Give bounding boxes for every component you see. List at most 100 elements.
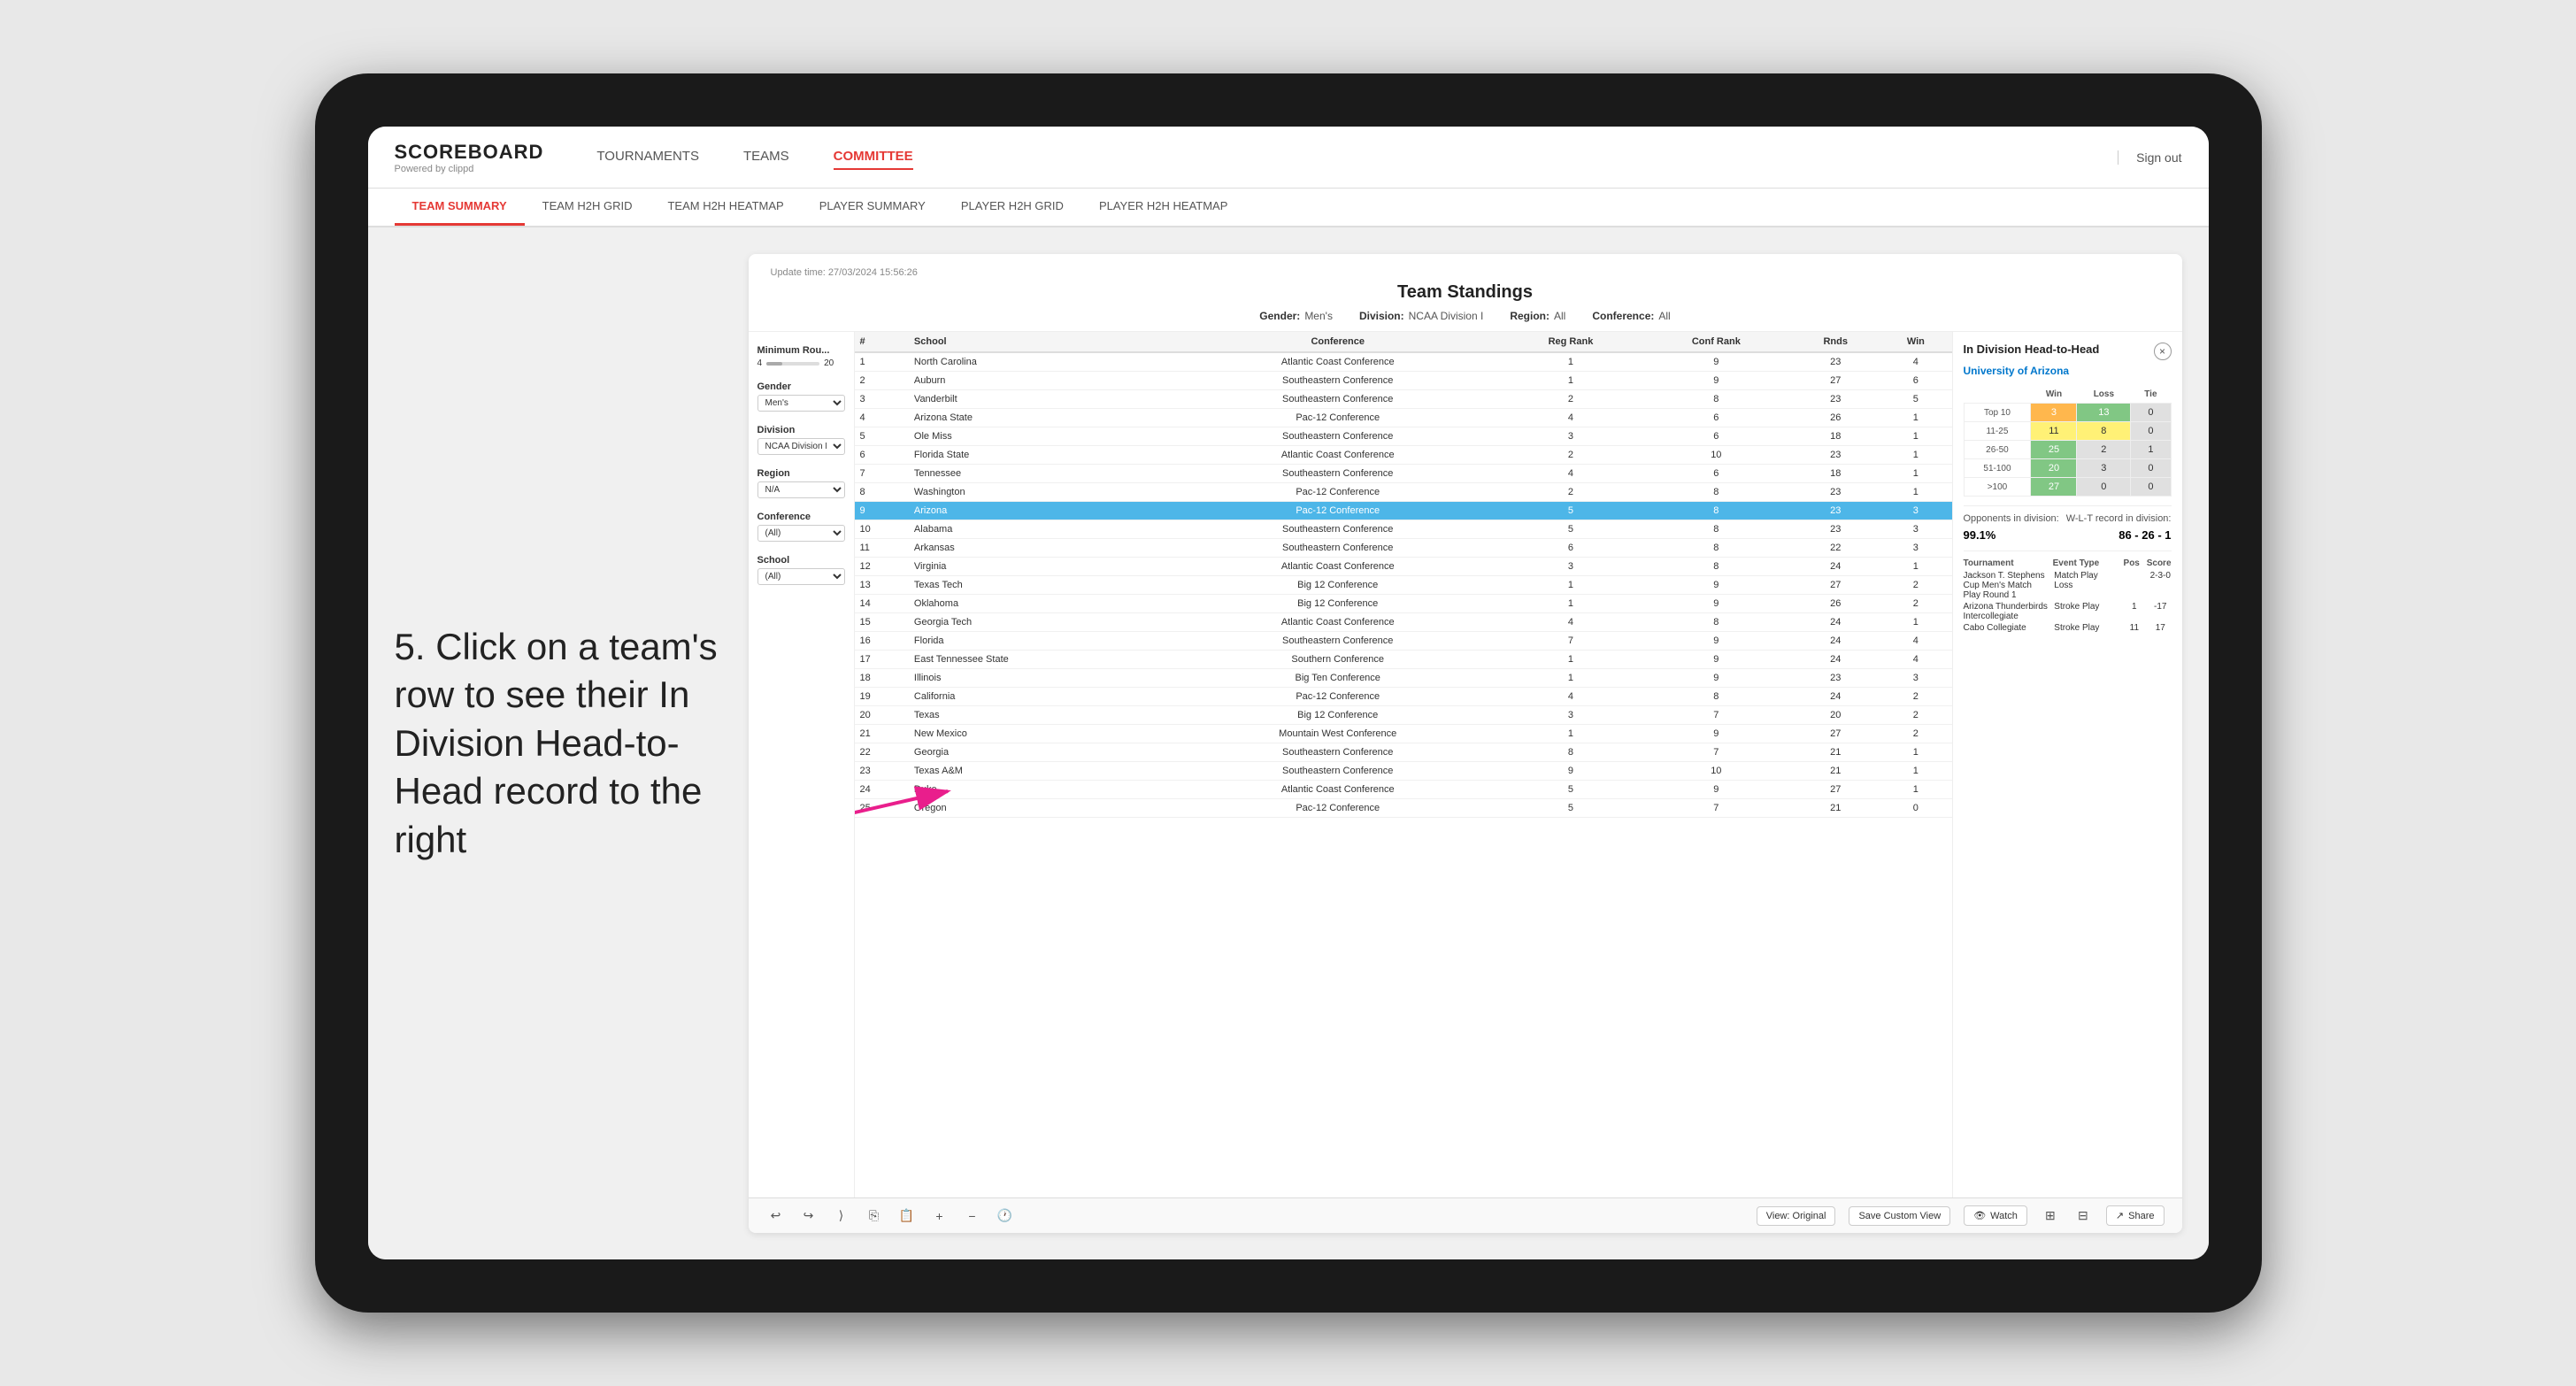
redo-icon[interactable]: ↪ — [799, 1206, 819, 1226]
subnav-player-h2h-heatmap[interactable]: PLAYER H2H HEATMAP — [1081, 189, 1245, 226]
view-original-btn[interactable]: View: Original — [1757, 1206, 1836, 1226]
table-icon[interactable]: ⊟ — [2073, 1206, 2093, 1226]
nav-teams[interactable]: TEAMS — [743, 144, 789, 170]
table-row[interactable]: 6 Florida State Atlantic Coast Conferenc… — [855, 446, 1952, 465]
table-row[interactable]: 9 Arizona Pac-12 Conference 5 8 23 3 — [855, 502, 1952, 520]
conference-select[interactable]: (All) — [757, 525, 845, 542]
region-select[interactable]: N/A — [757, 481, 845, 498]
update-time: Update time: 27/03/2024 15:56:26 — [771, 267, 2160, 278]
col-conference: Conference — [1175, 332, 1501, 352]
table-row[interactable]: 25 Oregon Pac-12 Conference 5 7 21 0 — [855, 799, 1952, 818]
cell-win: 2 — [1880, 576, 1951, 595]
col-rank: # — [855, 332, 909, 352]
cell-win: 4 — [1880, 632, 1951, 651]
tourn-pos-cell — [2124, 571, 2145, 600]
table-row[interactable]: 15 Georgia Tech Atlantic Coast Conferenc… — [855, 613, 1952, 632]
h2h-title: In Division Head-to-Head — [1964, 343, 2100, 356]
forward-icon[interactable]: ⟩ — [832, 1206, 851, 1226]
cell-rank: 2 — [855, 372, 909, 390]
panel-title: Team Standings — [771, 282, 2160, 303]
subnav-team-h2h-heatmap[interactable]: TEAM H2H HEATMAP — [650, 189, 801, 226]
division-select[interactable]: NCAA Division I — [757, 438, 845, 455]
table-row[interactable]: 8 Washington Pac-12 Conference 2 8 23 1 — [855, 483, 1952, 502]
subnav-player-summary[interactable]: PLAYER SUMMARY — [802, 189, 943, 226]
grid-icon[interactable]: ⊞ — [2041, 1206, 2060, 1226]
cell-rds: 23 — [1791, 520, 1880, 539]
table-row[interactable]: 2 Auburn Southeastern Conference 1 9 27 … — [855, 372, 1952, 390]
cell-conference: Atlantic Coast Conference — [1175, 446, 1501, 465]
h2h-close-button[interactable]: × — [2154, 343, 2172, 360]
h2h-loss-cell: 13 — [2077, 404, 2131, 422]
nav-tournaments[interactable]: TOURNAMENTS — [596, 144, 699, 170]
tourn-name-cell: Jackson T. Stephens Cup Men's Match Play… — [1964, 571, 2050, 600]
sign-out-button[interactable]: Sign out — [2118, 150, 2181, 165]
table-row[interactable]: 4 Arizona State Pac-12 Conference 4 6 26… — [855, 409, 1952, 427]
cell-rank: 5 — [855, 427, 909, 446]
cell-rank: 17 — [855, 651, 909, 669]
cell-conf-rank: 9 — [1641, 576, 1791, 595]
standings-table: # School Conference Reg Rank Conf Rank R… — [855, 332, 1952, 818]
gender-select[interactable]: Men's — [757, 395, 845, 412]
save-custom-btn[interactable]: Save Custom View — [1849, 1206, 1950, 1226]
minus-icon[interactable]: − — [963, 1206, 982, 1226]
table-row[interactable]: 5 Ole Miss Southeastern Conference 3 6 1… — [855, 427, 1952, 446]
table-row[interactable]: 1 North Carolina Atlantic Coast Conferen… — [855, 352, 1952, 372]
logo: SCOREBOARD Powered by clippd — [395, 141, 544, 174]
cell-rds: 23 — [1791, 669, 1880, 688]
cell-conference: Pac-12 Conference — [1175, 409, 1501, 427]
cell-reg-rank: 3 — [1501, 427, 1642, 446]
table-row[interactable]: 12 Virginia Atlantic Coast Conference 3 … — [855, 558, 1952, 576]
nav-committee[interactable]: COMMITTEE — [834, 144, 913, 170]
table-row[interactable]: 3 Vanderbilt Southeastern Conference 2 8… — [855, 390, 1952, 409]
table-row[interactable]: 24 Duke Atlantic Coast Conference 5 9 27… — [855, 781, 1952, 799]
cell-conference: Southeastern Conference — [1175, 465, 1501, 483]
cell-conf-rank: 6 — [1641, 465, 1791, 483]
subnav-team-summary[interactable]: TEAM SUMMARY — [395, 189, 525, 226]
tourn-name-cell: Arizona Thunderbirds Intercollegiate — [1964, 602, 2050, 621]
table-row[interactable]: 14 Oklahoma Big 12 Conference 1 9 26 2 — [855, 595, 1952, 613]
cell-conf-rank: 8 — [1641, 502, 1791, 520]
cell-conf-rank: 9 — [1641, 781, 1791, 799]
table-row[interactable]: 23 Texas A&M Southeastern Conference 9 1… — [855, 762, 1952, 781]
slider-track[interactable] — [766, 362, 819, 366]
cell-conference: Southeastern Conference — [1175, 539, 1501, 558]
watch-btn[interactable]: 👁 Watch — [1964, 1205, 2027, 1226]
subnav-team-h2h-grid[interactable]: TEAM H2H GRID — [525, 189, 650, 226]
add-icon[interactable]: + — [930, 1206, 950, 1226]
h2h-tie-cell: 0 — [2131, 404, 2171, 422]
table-row[interactable]: 10 Alabama Southeastern Conference 5 8 2… — [855, 520, 1952, 539]
table-row[interactable]: 21 New Mexico Mountain West Conference 1… — [855, 725, 1952, 743]
school-select[interactable]: (All) — [757, 568, 845, 585]
table-row[interactable]: 22 Georgia Southeastern Conference 8 7 2… — [855, 743, 1952, 762]
cell-rds: 27 — [1791, 576, 1880, 595]
cell-rds: 27 — [1791, 781, 1880, 799]
table-row[interactable]: 19 California Pac-12 Conference 4 8 24 2 — [855, 688, 1952, 706]
cell-win: 5 — [1880, 390, 1951, 409]
h2h-stats-row: 26-50 25 2 1 — [1964, 441, 2171, 459]
region-filter-label: Region — [757, 468, 845, 479]
opponents-row: Opponents in division: W-L-T record in d… — [1964, 513, 2172, 524]
tourn-type-header: Event Type — [2053, 558, 2117, 568]
tourn-name-cell: Cabo Collegiate — [1964, 623, 2050, 633]
cell-rank: 4 — [855, 409, 909, 427]
table-row[interactable]: 18 Illinois Big Ten Conference 1 9 23 3 — [855, 669, 1952, 688]
tournament-row: Jackson T. Stephens Cup Men's Match Play… — [1964, 571, 2172, 600]
gender-filter-section: Gender Men's — [757, 381, 845, 412]
table-row[interactable]: 20 Texas Big 12 Conference 3 7 20 2 — [855, 706, 1952, 725]
undo-icon[interactable]: ↩ — [766, 1206, 786, 1226]
share-btn[interactable]: ↗ Share — [2106, 1205, 2165, 1226]
min-rounds-section: Minimum Rou... 4 20 — [757, 345, 845, 368]
h2h-win-cell: 11 — [2031, 422, 2077, 441]
table-row[interactable]: 11 Arkansas Southeastern Conference 6 8 … — [855, 539, 1952, 558]
clock-icon[interactable]: 🕐 — [996, 1206, 1015, 1226]
table-row[interactable]: 7 Tennessee Southeastern Conference 4 6 … — [855, 465, 1952, 483]
table-row[interactable]: 13 Texas Tech Big 12 Conference 1 9 27 2 — [855, 576, 1952, 595]
table-row[interactable]: 16 Florida Southeastern Conference 7 9 2… — [855, 632, 1952, 651]
cell-school: Texas — [909, 706, 1175, 725]
subnav-player-h2h-grid[interactable]: PLAYER H2H GRID — [943, 189, 1081, 226]
copy-icon[interactable]: ⎘ — [865, 1206, 884, 1226]
h2h-win-header: Win — [2031, 386, 2077, 404]
cell-rank: 7 — [855, 465, 909, 483]
table-row[interactable]: 17 East Tennessee State Southern Confere… — [855, 651, 1952, 669]
paste-icon[interactable]: 📋 — [897, 1206, 917, 1226]
